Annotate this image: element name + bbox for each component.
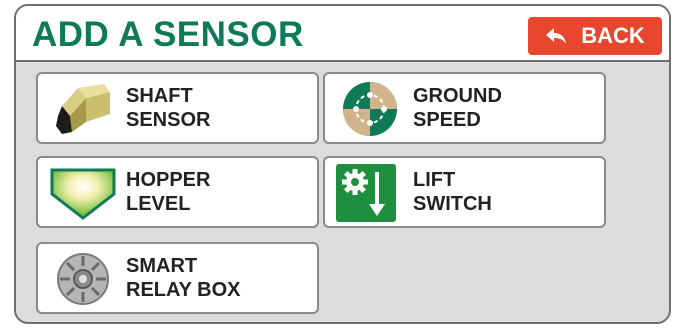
- add-sensor-panel: ADD A SENSOR BACK SHAFT SENSOR GROUND SP…: [14, 4, 671, 324]
- hopper-level-icon: [50, 168, 116, 220]
- smart-relay-box-button[interactable]: SMART RELAY BOX: [36, 242, 319, 314]
- ground-speed-button[interactable]: GROUND SPEED: [323, 72, 606, 144]
- ground-speed-icon: [343, 82, 397, 136]
- lift-switch-icon: [336, 164, 396, 222]
- shaft-sensor-label: SHAFT SENSOR: [126, 85, 211, 131]
- shaft-sensor-button[interactable]: SHAFT SENSOR: [36, 72, 319, 144]
- hopper-level-button[interactable]: HOPPER LEVEL: [36, 156, 319, 228]
- smart-relay-box-icon: [57, 253, 109, 305]
- shaft-sensor-icon: [56, 84, 110, 134]
- back-button[interactable]: BACK: [528, 17, 662, 55]
- ground-speed-label: GROUND SPEED: [413, 85, 502, 131]
- back-button-label: BACK: [581, 23, 645, 48]
- lift-switch-button[interactable]: LIFT SWITCH: [323, 156, 606, 228]
- back-arrow-icon: [546, 28, 567, 44]
- page-title: ADD A SENSOR: [32, 15, 304, 54]
- hopper-level-label: HOPPER LEVEL: [126, 169, 211, 215]
- header-bar: ADD A SENSOR BACK: [16, 6, 669, 62]
- smart-relay-box-label: SMART RELAY BOX: [126, 255, 241, 301]
- lift-switch-label: LIFT SWITCH: [413, 169, 492, 215]
